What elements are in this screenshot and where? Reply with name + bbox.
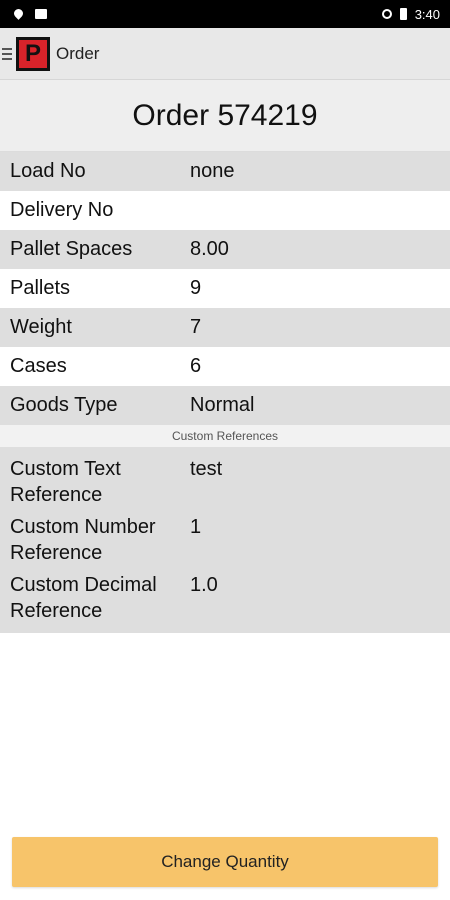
custom-value: test [190, 458, 223, 480]
menu-icon[interactable] [2, 47, 14, 60]
app-title: Order [56, 43, 100, 63]
status-left [12, 6, 47, 20]
custom-label: Custom Number Reference [10, 516, 156, 564]
field-label: Load No [10, 160, 86, 182]
field-label: Delivery No [10, 199, 114, 221]
field-label: Goods Type [10, 394, 118, 416]
field-value: 8.00 [190, 238, 229, 260]
field-value: Normal [190, 394, 255, 416]
field-row-weight: Weight 7 [0, 308, 450, 347]
field-label: Cases [10, 355, 67, 377]
field-row-load-no: Load No none [0, 152, 450, 191]
change-quantity-button[interactable]: Change Quantity [12, 837, 438, 887]
field-value: 6 [190, 355, 202, 377]
custom-label: Custom Decimal Reference [10, 574, 157, 622]
field-value: 9 [190, 277, 202, 299]
custom-label: Custom Text Reference [10, 458, 121, 506]
field-row-delivery-no: Delivery No [0, 191, 450, 230]
field-row-goods-type: Goods Type Normal [0, 386, 450, 425]
app-logo[interactable]: P [16, 36, 50, 71]
status-time: 3:40 [414, 6, 440, 22]
field-label: Weight [10, 316, 72, 338]
custom-references-heading: Custom References [0, 425, 450, 447]
field-label: Pallet Spaces [10, 238, 133, 260]
field-value: none [190, 160, 235, 182]
field-row-pallets: Pallets 9 [0, 269, 450, 308]
image-icon [35, 9, 47, 19]
custom-value: 1 [190, 516, 202, 538]
order-screen: 3:40 P Order Order 574219 Load No none D… [0, 0, 450, 900]
field-row-pallet-spaces: Pallet Spaces 8.00 [0, 230, 450, 269]
alarm-icon [381, 9, 392, 19]
app-bar: P Order [0, 28, 450, 80]
order-details: Load No none Delivery No Pallet Spaces 8… [0, 152, 450, 633]
field-value: 7 [190, 316, 202, 338]
custom-row-number: Custom Number Reference 1 [0, 511, 450, 569]
custom-value: 1.0 [190, 574, 218, 596]
field-label: Pallets [10, 277, 71, 299]
field-row-cases: Cases 6 [0, 347, 450, 386]
status-bar: 3:40 [0, 0, 450, 28]
custom-row-text: Custom Text Reference test [0, 453, 450, 511]
custom-references: Custom Text Reference test Custom Number… [0, 447, 450, 633]
location-pin-icon [12, 6, 25, 20]
logo-letter: P [19, 39, 47, 68]
battery-icon [399, 8, 407, 20]
custom-row-decimal: Custom Decimal Reference 1.0 [0, 569, 450, 627]
status-right: 3:40 [381, 6, 440, 22]
order-title: Order 574219 [0, 80, 450, 152]
